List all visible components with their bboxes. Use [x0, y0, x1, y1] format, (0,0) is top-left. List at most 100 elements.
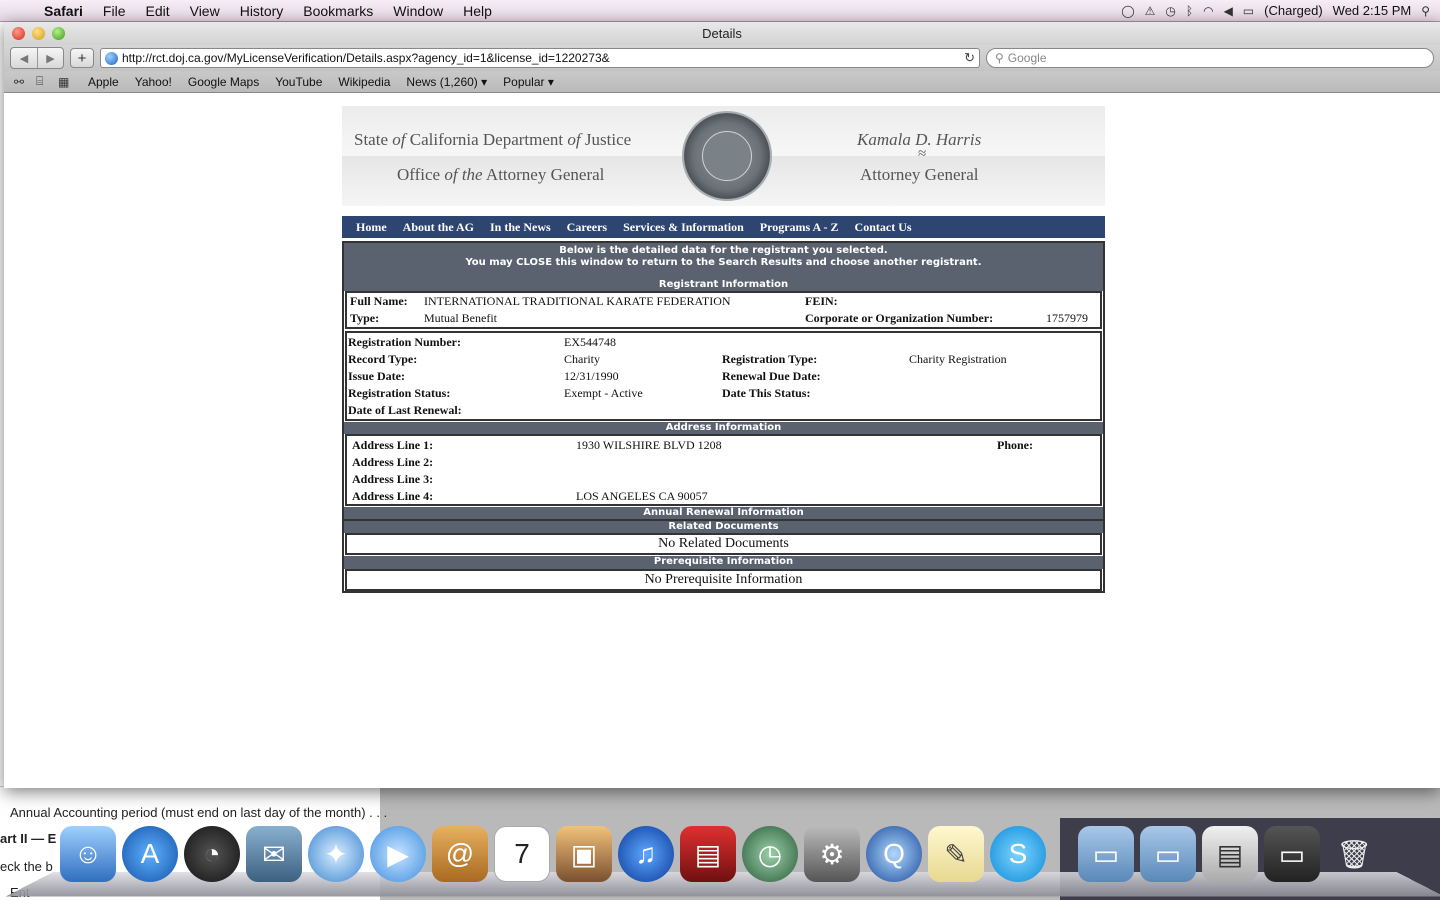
record-type-label: Record Type: [348, 352, 418, 366]
alert-icon[interactable]: ⚠ [1145, 4, 1156, 18]
safari-icon[interactable]: ✦ [308, 826, 364, 882]
bookmark-youtube[interactable]: YouTube [267, 75, 330, 89]
trash-icon[interactable]: 🗑 [1326, 826, 1382, 882]
reg-type-value: Charity Registration [909, 352, 1007, 366]
nav-programs[interactable]: Programs A - Z [752, 220, 847, 235]
minimized-window-icon[interactable]: ▭ [1264, 826, 1320, 882]
system-preferences-icon[interactable]: ⚙ [804, 826, 860, 882]
photo-booth-icon[interactable]: ▤ [680, 826, 736, 882]
addr1-value: 1930 WILSHIRE BLVD 1208 [576, 438, 722, 452]
finder-icon[interactable]: ☺ [60, 826, 116, 882]
skype-status-icon[interactable]: ◯ [1121, 4, 1134, 18]
minimize-window-button[interactable] [32, 27, 45, 40]
ical-icon[interactable]: 7 [494, 826, 550, 882]
menu-history[interactable]: History [230, 3, 294, 19]
intro-text: Below is the detailed data for the regis… [344, 243, 1103, 269]
reg-type-label: Registration Type: [722, 352, 818, 366]
menu-window[interactable]: Window [383, 3, 453, 19]
applications-folder-icon[interactable]: ▭ [1078, 826, 1134, 882]
textedit-icon[interactable]: ✎ [928, 826, 984, 882]
bookmark-yahoo[interactable]: Yahoo! [127, 75, 180, 89]
battery-icon[interactable]: ▭ [1243, 4, 1254, 18]
skype-icon[interactable]: S [990, 826, 1046, 882]
wifi-icon[interactable]: ◠ [1203, 4, 1213, 18]
page-content: State of California Department of Justic… [4, 93, 1440, 788]
iphoto-icon[interactable]: ▣ [556, 826, 612, 882]
date-status-label: Date This Status: [722, 386, 811, 400]
dashboard-icon[interactable]: ◔ [184, 826, 240, 882]
bookmark-wikipedia[interactable]: Wikipedia [330, 75, 398, 89]
book-icon[interactable]: ⌸ [36, 74, 58, 89]
documents-folder-icon[interactable]: ▭ [1140, 826, 1196, 882]
search-field[interactable]: ⚲ Google [986, 48, 1434, 68]
section-header-address: Address Information [344, 422, 1103, 434]
section-header-prereq: Prerequisite Information [344, 556, 1103, 569]
menu-bookmarks[interactable]: Bookmarks [293, 3, 383, 19]
spotlight-icon[interactable]: ⚲ [1421, 4, 1430, 18]
itunes-icon[interactable]: ♫ [618, 826, 674, 882]
quicktime-icon[interactable]: Q [866, 826, 922, 882]
title-bar[interactable]: Details [4, 22, 1440, 45]
nav-in-the-news[interactable]: In the News [482, 220, 559, 235]
forward-button[interactable]: ▶ [37, 48, 63, 68]
nav-services[interactable]: Services & Information [615, 220, 752, 235]
bookmark-apple[interactable]: Apple [80, 75, 127, 89]
reload-icon[interactable]: ↻ [964, 50, 975, 66]
status-menus: ◯ ⚠ ◷ ᛒ ◠ ◀ ▭ (Charged) Wed 2:15 PM ⚲ [1121, 3, 1440, 18]
related-documents-message: No Related Documents [345, 533, 1102, 555]
section-header-annual: Annual Renewal Information [344, 507, 1103, 521]
top-sites-icon[interactable]: ▦ [58, 75, 80, 89]
type-value: Mutual Benefit [424, 311, 497, 325]
browser-window: Details ◀ ▶ + http://rct.doj.ca.gov/MyLi… [4, 22, 1440, 788]
globe-icon [105, 51, 118, 65]
time-machine-dock-icon[interactable]: ◷ [742, 826, 798, 882]
address-book-icon[interactable]: @ [432, 826, 488, 882]
bookmark-news[interactable]: News (1,260) ▾ [398, 75, 495, 89]
time-machine-icon[interactable]: ◷ [1165, 4, 1175, 18]
menu-file[interactable]: File [93, 3, 136, 19]
prereq-message: No Prerequisite Information [345, 569, 1102, 591]
reg-number-label: Registration Number: [348, 335, 461, 349]
intro-line: You may CLOSE this window to return to t… [465, 257, 982, 268]
addr3-label: Address Line 3: [352, 472, 434, 486]
menu-view[interactable]: View [180, 3, 230, 19]
bookmarks-bar: ⚯ ⌸ ▦ Apple Yahoo! Google Maps YouTube W… [4, 71, 1440, 93]
last-renewal-label: Date of Last Renewal: [348, 403, 462, 417]
reading-glasses-icon[interactable]: ⚯ [14, 75, 36, 89]
clock[interactable]: Wed 2:15 PM [1333, 3, 1412, 18]
corp-number-value: 1757979 [1046, 311, 1088, 325]
mail-icon[interactable]: ✉ [246, 826, 302, 882]
ag-title: Attorney General [860, 165, 979, 184]
phone-label: Phone: [997, 438, 1033, 452]
menu-help[interactable]: Help [453, 3, 502, 19]
intro-line: Below is the detailed data for the regis… [559, 245, 888, 256]
address-bar[interactable]: http://rct.doj.ca.gov/MyLicenseVerificat… [100, 48, 980, 68]
reg-status-value: Exempt - Active [564, 386, 643, 400]
url-text[interactable]: http://rct.doj.ca.gov/MyLicenseVerificat… [122, 51, 964, 65]
nav-careers[interactable]: Careers [559, 220, 615, 235]
close-window-button[interactable] [12, 27, 25, 40]
search-icon: ⚲ [995, 51, 1004, 65]
issue-date-label: Issue Date: [348, 369, 405, 383]
nav-about-ag[interactable]: About the AG [395, 220, 482, 235]
add-bookmark-button[interactable]: + [70, 48, 94, 68]
nav-contact[interactable]: Contact Us [847, 220, 920, 235]
volume-icon[interactable]: ◀ [1224, 4, 1233, 18]
doj-page: State of California Department of Justic… [342, 106, 1105, 593]
app-store-icon[interactable]: A [122, 826, 178, 882]
record-type-value: Charity [564, 352, 600, 366]
bookmark-popular[interactable]: Popular ▾ [495, 75, 562, 89]
address-box: Address Line 1: 1930 WILSHIRE BLVD 1208 … [345, 434, 1102, 506]
menu-edit[interactable]: Edit [135, 3, 179, 19]
bluetooth-icon[interactable]: ᛒ [1186, 4, 1193, 18]
addr1-label: Address Line 1: [352, 438, 434, 452]
downloads-stack-icon[interactable]: ▤ [1202, 826, 1258, 882]
nav-home[interactable]: Home [348, 220, 395, 235]
back-button[interactable]: ◀ [11, 48, 37, 68]
menu-app-name[interactable]: Safari [40, 3, 93, 19]
registration-box: Registration Number: EX544748 Record Typ… [345, 331, 1102, 421]
ichat-icon[interactable]: ▶ [370, 826, 426, 882]
doj-header: State of California Department of Justic… [342, 106, 1105, 206]
bookmark-google-maps[interactable]: Google Maps [180, 75, 267, 89]
zoom-window-button[interactable] [52, 27, 65, 40]
